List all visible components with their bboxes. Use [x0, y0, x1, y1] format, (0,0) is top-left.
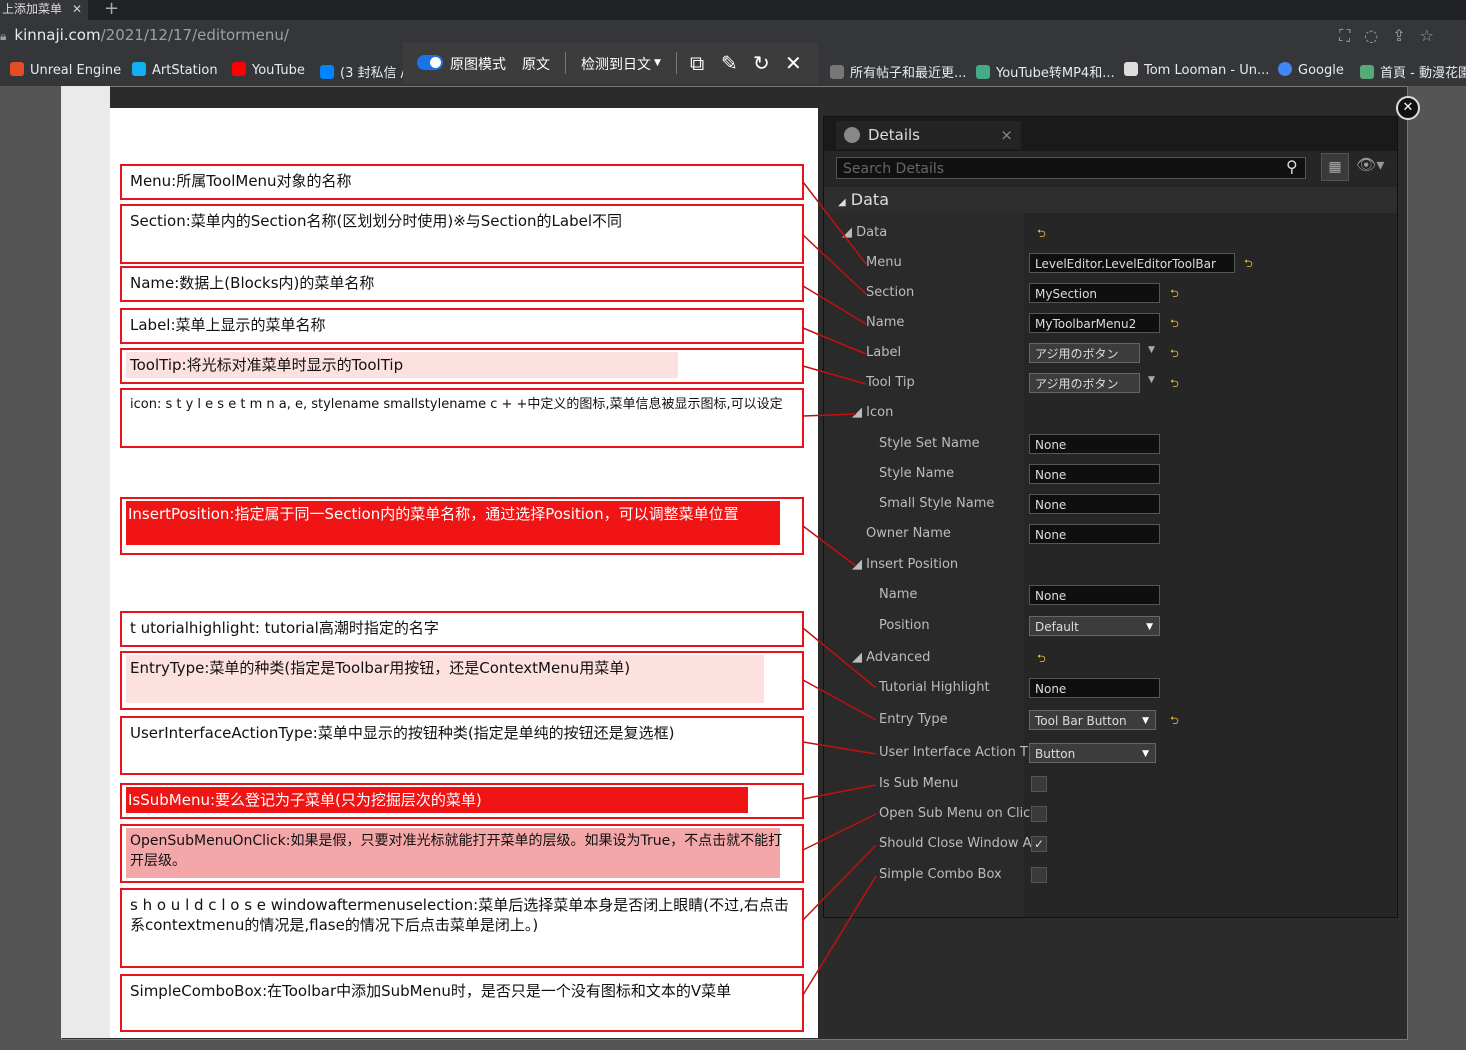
connector-line: [802, 181, 867, 265]
connector-line: [802, 327, 867, 355]
connector-line: [802, 813, 877, 851]
connector-line: [802, 875, 877, 996]
connector-line: [802, 365, 867, 385]
connector-line: [802, 234, 867, 295]
connector-line: [802, 285, 867, 325]
annotation-connector-lines: [802, 181, 877, 996]
connector-line: [802, 784, 877, 800]
connector-line: [802, 627, 877, 689]
connector-line: [802, 525, 857, 567]
connector-line: [802, 413, 857, 417]
connector-line: [802, 844, 877, 921]
connector-line: [802, 741, 877, 755]
connector-line: [802, 679, 877, 721]
